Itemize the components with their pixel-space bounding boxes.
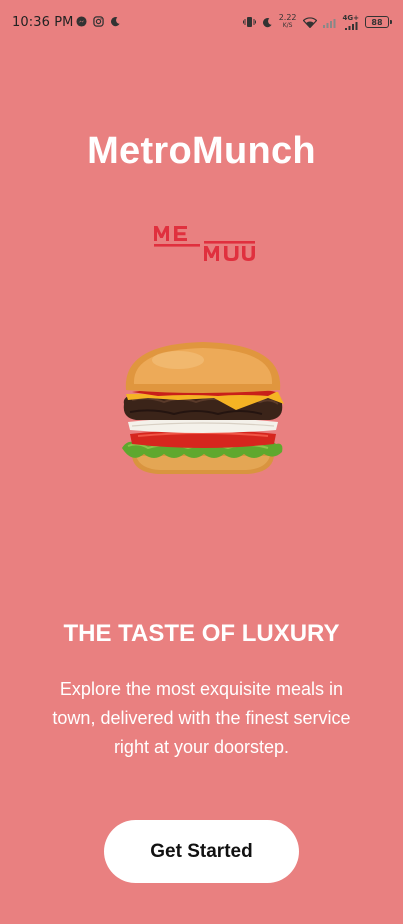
description-text: Explore the most exquisite meals in town…: [52, 679, 351, 757]
net-speed: 2.22 K/S: [279, 14, 297, 30]
moon-icon: [262, 17, 272, 27]
get-started-button[interactable]: Get Started: [104, 820, 299, 883]
messenger-icon: [76, 16, 87, 27]
tagline: THE TASTE OF LUXURY: [63, 620, 340, 647]
burger-image: [122, 342, 284, 474]
app-title: MetroMunch: [87, 130, 316, 172]
signal-4g-icon: [345, 21, 358, 30]
instagram-icon: [93, 16, 104, 27]
net-speed-unit: K/S: [282, 22, 293, 29]
status-right-icons: 2.22 K/S 4G+ 88: [242, 13, 392, 30]
vibrate-icon: [242, 17, 256, 27]
status-time: 10:36 PM: [12, 15, 74, 30]
network-type-label: 4G+: [342, 13, 359, 22]
status-bar: 10:36 PM 2.22 K/S 4G+ 88: [0, 0, 403, 46]
notification-icons: [76, 16, 121, 27]
memu-logo: [154, 226, 255, 261]
wifi-icon: [302, 16, 317, 28]
battery-icon: 88: [365, 16, 392, 28]
battery-level: 88: [371, 17, 383, 27]
moon-icon: [111, 17, 120, 27]
signal-icon: [322, 18, 336, 28]
signal-4g: 4G+: [342, 13, 359, 30]
net-speed-value: 2.22: [278, 13, 297, 22]
